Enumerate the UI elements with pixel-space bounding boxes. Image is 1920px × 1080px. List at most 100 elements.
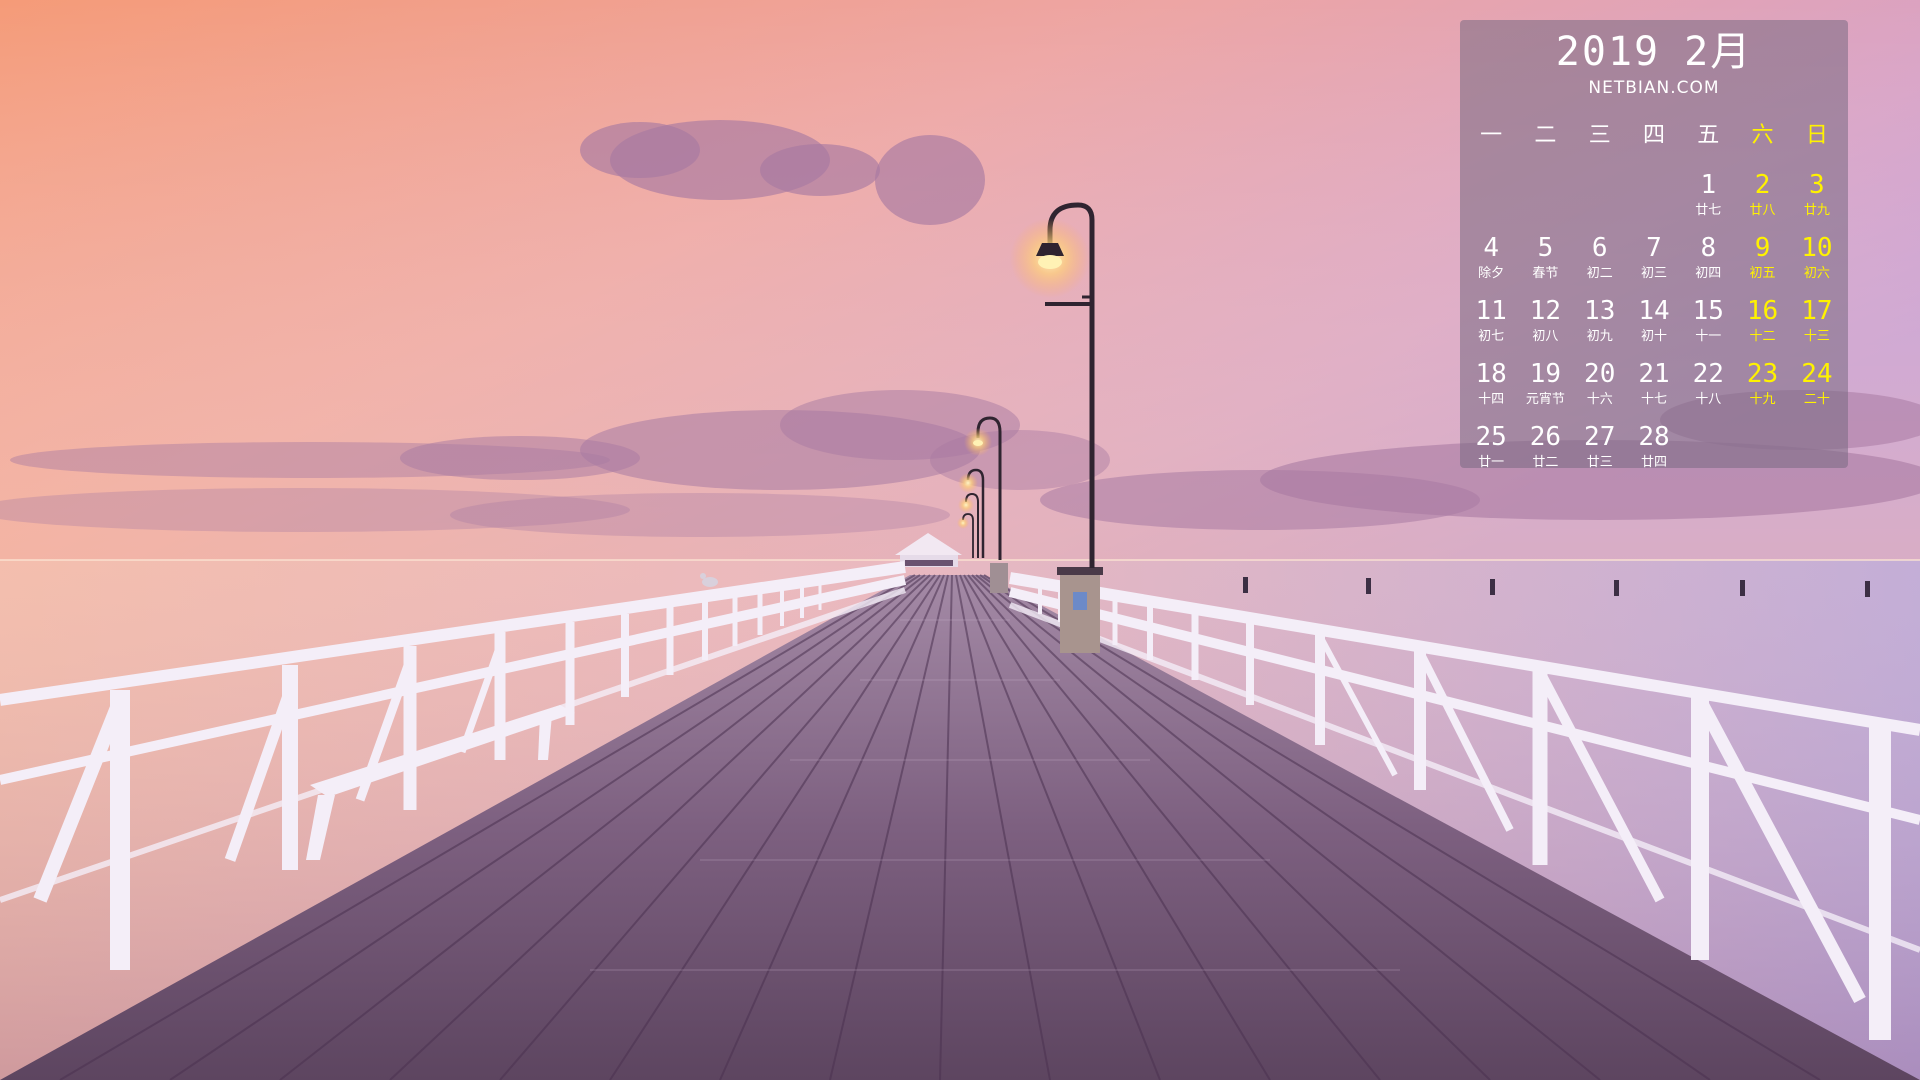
calendar-day-cell: 7 初三 (1627, 231, 1681, 294)
calendar-widget: 2019 2月 NETBIAN.COM 一二三四五六日 1 廿七 2 廿八 3 廿九 4 除夕 5… (1460, 20, 1848, 470)
day-number: 20 (1584, 359, 1616, 389)
lunar-date: 初四 (1695, 266, 1722, 281)
calendar-day-cell: 15 十一 (1681, 294, 1735, 357)
calendar-day-cell: 11 初七 (1464, 294, 1518, 357)
lunar-date: 除夕 (1478, 266, 1505, 281)
lunar-date: 廿四 (1640, 455, 1667, 470)
calendar-blank-cell (1627, 168, 1681, 231)
lunar-date: 十六 (1586, 392, 1613, 407)
lunar-date: 廿七 (1695, 203, 1722, 218)
calendar-day-cell: 22 十八 (1681, 357, 1735, 420)
weekday-label: 五 (1697, 123, 1720, 148)
calendar-day-cell: 10 初六 (1790, 231, 1844, 294)
lunar-date: 十四 (1478, 392, 1505, 407)
weekday-label: 四 (1642, 123, 1665, 148)
day-number: 4 (1483, 233, 1499, 263)
calendar-site: NETBIAN.COM (1588, 78, 1720, 98)
day-number: 11 (1475, 296, 1507, 326)
calendar-month: 2月 (1684, 29, 1753, 75)
calendar-day-cell: 13 初九 (1573, 294, 1627, 357)
calendar-blank-cell (1518, 168, 1572, 231)
day-number: 19 (1529, 359, 1562, 389)
day-number: 17 (1801, 296, 1833, 326)
lunar-date: 初二 (1586, 266, 1613, 281)
day-number: 15 (1692, 296, 1724, 326)
weekday-label: 三 (1588, 123, 1611, 148)
lunar-date: 元宵节 (1525, 392, 1565, 407)
calendar-day-cell: 5 春节 (1518, 231, 1572, 294)
wallpaper: 2019 2月 NETBIAN.COM 一二三四五六日 1 廿七 2 廿八 3 廿九 4 除夕 5… (0, 0, 1920, 1080)
calendar-day-cell: 16 十二 (1735, 294, 1789, 357)
calendar-day-cell: 12 初八 (1518, 294, 1572, 357)
calendar-day-cell: 27 廿三 (1573, 420, 1627, 483)
weekday-label: 六 (1751, 123, 1774, 148)
day-number: 5 (1537, 233, 1554, 263)
calendar-day-cell: 26 廿二 (1518, 420, 1572, 483)
weekday-label: 一 (1480, 123, 1503, 148)
calendar-day-cell: 8 初四 (1681, 231, 1735, 294)
calendar-blank-cell (1464, 168, 1518, 231)
calendar-day-cell: 17 十三 (1790, 294, 1844, 357)
calendar-day-cell: 24 二十 (1790, 357, 1844, 420)
calendar-weekday-header: 一二三四五六日 (1464, 120, 1844, 152)
lunar-date: 廿八 (1749, 203, 1776, 218)
day-number: 8 (1700, 233, 1717, 263)
lunar-date: 十一 (1695, 329, 1722, 344)
calendar-day-cell: 2 廿八 (1735, 168, 1789, 231)
calendar-day-cell: 1 廿七 (1681, 168, 1735, 231)
lunar-date: 廿二 (1532, 455, 1559, 470)
lunar-date: 廿一 (1478, 455, 1505, 470)
lunar-date: 十九 (1749, 392, 1776, 407)
calendar-day-cell: 9 初五 (1735, 231, 1789, 294)
calendar-day-cell: 23 十九 (1735, 357, 1789, 420)
calendar-day-cell: 14 初十 (1627, 294, 1681, 357)
calendar-day-cell: 20 十六 (1573, 357, 1627, 420)
calendar-day-cell: 18 十四 (1464, 357, 1518, 420)
calendar-day-cell: 25 廿一 (1464, 420, 1518, 483)
lunar-date: 十八 (1695, 392, 1722, 407)
day-number: 13 (1584, 296, 1616, 326)
weekday-label: 二 (1534, 123, 1557, 148)
calendar-day-cell: 3 廿九 (1790, 168, 1844, 231)
lunar-date: 初六 (1803, 266, 1830, 281)
weekday-label: 日 (1805, 123, 1828, 148)
day-number: 23 (1746, 359, 1779, 389)
calendar-year: 2019 (1555, 29, 1661, 75)
calendar-title: 2019 2月 (1460, 24, 1848, 80)
day-number: 3 (1809, 170, 1825, 200)
calendar-day-cell: 28 廿四 (1627, 420, 1681, 483)
lunar-date: 初七 (1478, 329, 1505, 344)
day-number: 26 (1529, 422, 1562, 452)
lunar-date: 十二 (1749, 329, 1776, 344)
day-number: 6 (1591, 233, 1608, 263)
lunar-date: 初五 (1749, 266, 1776, 281)
day-number: 10 (1801, 233, 1833, 263)
day-number: 12 (1529, 296, 1562, 326)
day-number: 18 (1475, 359, 1507, 389)
day-number: 22 (1692, 359, 1724, 389)
day-number: 16 (1746, 296, 1779, 326)
lunar-date: 二十 (1803, 392, 1830, 407)
lunar-date: 春节 (1532, 266, 1559, 281)
lunar-date: 初三 (1640, 266, 1667, 281)
lunar-date: 廿九 (1803, 203, 1830, 218)
day-number: 25 (1475, 422, 1507, 452)
day-number: 14 (1638, 296, 1670, 326)
lunar-date: 十七 (1640, 392, 1667, 407)
day-number: 27 (1584, 422, 1616, 452)
day-number: 28 (1638, 422, 1670, 452)
lunar-date: 初九 (1586, 329, 1613, 344)
day-number: 1 (1700, 170, 1717, 200)
calendar-day-cell: 4 除夕 (1464, 231, 1518, 294)
day-number: 24 (1801, 359, 1833, 389)
day-number: 9 (1754, 233, 1771, 263)
calendar-day-grid: 1 廿七 2 廿八 3 廿九 4 除夕 5 春节 6 初二 7 初三 8 初四 9 初五 10 初六 11 初七 12 初八 1… (1464, 168, 1844, 483)
lunar-date: 廿三 (1586, 455, 1613, 470)
calendar-day-cell: 21 十七 (1627, 357, 1681, 420)
day-number: 7 (1646, 233, 1662, 263)
lunar-date: 初八 (1532, 329, 1559, 344)
calendar-day-cell: 19 元宵节 (1518, 357, 1572, 420)
calendar-blank-cell (1573, 168, 1627, 231)
lunar-date: 初十 (1640, 329, 1667, 344)
day-number: 21 (1638, 359, 1670, 389)
